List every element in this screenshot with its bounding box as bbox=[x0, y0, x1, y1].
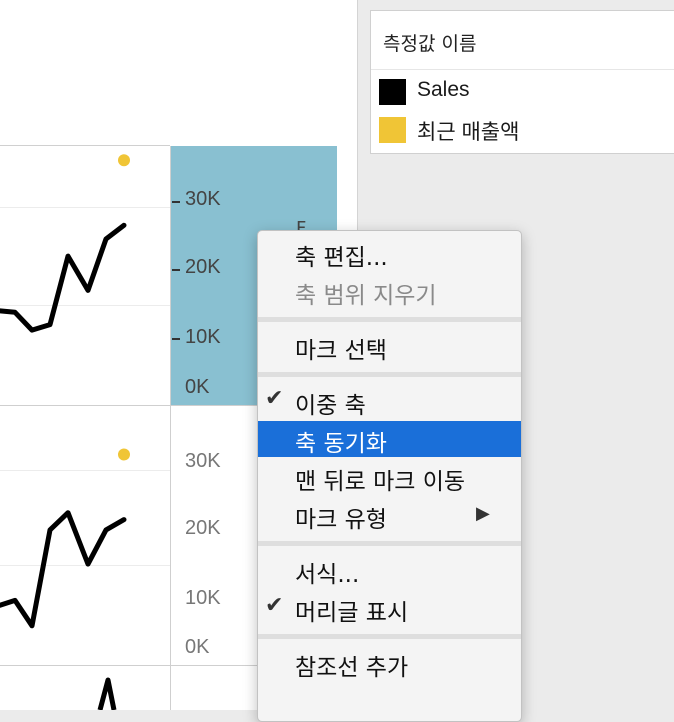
menu-item-label: 머리글 표시 bbox=[295, 600, 409, 626]
menu-item[interactable]: 참조선 추가 bbox=[258, 645, 521, 681]
menu-item-label: 이중 축 bbox=[295, 393, 366, 419]
menu-item-label: 참조선 추가 bbox=[295, 655, 409, 681]
menu-item-label: 마크 유형 bbox=[295, 507, 387, 533]
axis-tick-label: 20K bbox=[185, 517, 221, 539]
legend-title: 측정값 이름 bbox=[383, 33, 477, 55]
legend-swatch-sales bbox=[379, 79, 406, 105]
legend-swatch-latest-sales bbox=[379, 117, 406, 143]
menu-item-label: 서식... bbox=[295, 562, 360, 588]
menu-item: 축 범위 지우기 bbox=[258, 273, 521, 309]
axis-tick-label: 10K bbox=[185, 326, 221, 348]
latest-sales-dot[interactable] bbox=[118, 154, 130, 167]
legend-item-sales[interactable]: Sales bbox=[379, 78, 669, 109]
menu-separator bbox=[258, 634, 521, 639]
menu-item[interactable]: 맨 뒤로 마크 이동 bbox=[258, 459, 521, 495]
menu-item-label: 축 범위 지우기 bbox=[295, 283, 437, 309]
axis-tick-label: 20K bbox=[185, 256, 221, 278]
menu-item[interactable]: ✔ 머리글 표시 bbox=[258, 590, 521, 626]
submenu-arrow-icon: ▶ bbox=[476, 503, 490, 524]
menu-item-label: 맨 뒤로 마크 이동 bbox=[295, 469, 466, 495]
axis-tick-label: 30K bbox=[185, 188, 221, 210]
menu-item-label: 축 동기화 bbox=[295, 431, 387, 457]
menu-item[interactable]: 축 동기화 bbox=[258, 421, 521, 457]
axis-tick-label: 0K bbox=[185, 636, 210, 658]
line-chart-partial-spike bbox=[97, 677, 117, 710]
menu-item-label: 마크 선택 bbox=[295, 338, 387, 364]
axis-tick-label: 0K bbox=[185, 376, 210, 398]
menu-separator bbox=[258, 317, 521, 322]
menu-item[interactable]: 서식... bbox=[258, 552, 521, 588]
menu-item-label: 축 편집... bbox=[295, 245, 388, 271]
axis-tick-label: 30K bbox=[185, 450, 221, 472]
line-chart-upper bbox=[0, 154, 130, 333]
tick-mark bbox=[172, 269, 180, 271]
legend-label-sales: Sales bbox=[417, 78, 470, 101]
menu-item[interactable]: ✔ 이중 축 bbox=[258, 383, 521, 419]
line-chart-lower bbox=[0, 448, 130, 629]
menu-item[interactable]: 축 편집... bbox=[258, 235, 521, 271]
menu-item[interactable]: 마크 유형 ▶ bbox=[258, 497, 521, 533]
axis-context-menu: 축 편집... 축 범위 지우기마크 선택 ✔ 이중 축축 동기화맨 뒤로 마크 이동… bbox=[257, 230, 522, 722]
legend-label-latest-sales: 최근 매출액 bbox=[417, 121, 520, 144]
checkmark-icon: ✔ bbox=[265, 386, 284, 411]
checkmark-icon: ✔ bbox=[265, 593, 284, 618]
latest-sales-dot[interactable] bbox=[118, 448, 130, 461]
menu-separator bbox=[258, 372, 521, 377]
sales-line[interactable] bbox=[0, 510, 127, 629]
line-chart-svg bbox=[0, 154, 130, 710]
axis-tick-label: 10K bbox=[185, 587, 221, 609]
menu-item[interactable]: 마크 선택 bbox=[258, 328, 521, 364]
legend-item-latest-sales[interactable]: 최근 매출액 bbox=[379, 117, 669, 147]
tick-mark bbox=[172, 338, 180, 340]
legend-card: 측정값 이름 Sales 최근 매출액 bbox=[370, 10, 674, 154]
tick-mark bbox=[172, 201, 180, 203]
sales-line[interactable] bbox=[0, 222, 127, 333]
legend-separator bbox=[371, 69, 674, 70]
menu-separator bbox=[258, 541, 521, 546]
